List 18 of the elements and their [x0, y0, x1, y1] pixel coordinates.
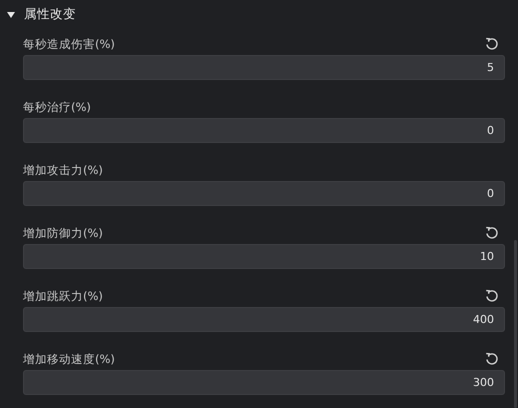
field-label: 每秒造成伤害(%) — [23, 36, 115, 52]
caret-icon[interactable] — [7, 10, 15, 18]
section-title: 属性改变 — [24, 6, 76, 23]
field-label: 增加攻击力(%) — [23, 162, 103, 178]
number-field[interactable]: 300 — [23, 370, 505, 395]
field-label: 每秒治疗(%) — [23, 100, 91, 114]
number-field[interactable]: 0 — [23, 181, 505, 206]
field-label: 增加防御力(%) — [23, 226, 103, 240]
number-field[interactable]: 0 — [23, 118, 505, 143]
number-field[interactable]: 10 — [23, 244, 505, 269]
reset-icon[interactable] — [485, 289, 499, 303]
number-field[interactable]: 400 — [23, 307, 505, 332]
number-field[interactable]: 5 — [23, 55, 505, 80]
reset-icon[interactable] — [485, 226, 499, 240]
field-label: 增加跳跃力(%) — [23, 288, 103, 304]
field-label: 增加移动速度(%) — [23, 352, 115, 366]
reset-icon[interactable] — [485, 352, 499, 366]
reset-icon[interactable] — [485, 37, 499, 51]
